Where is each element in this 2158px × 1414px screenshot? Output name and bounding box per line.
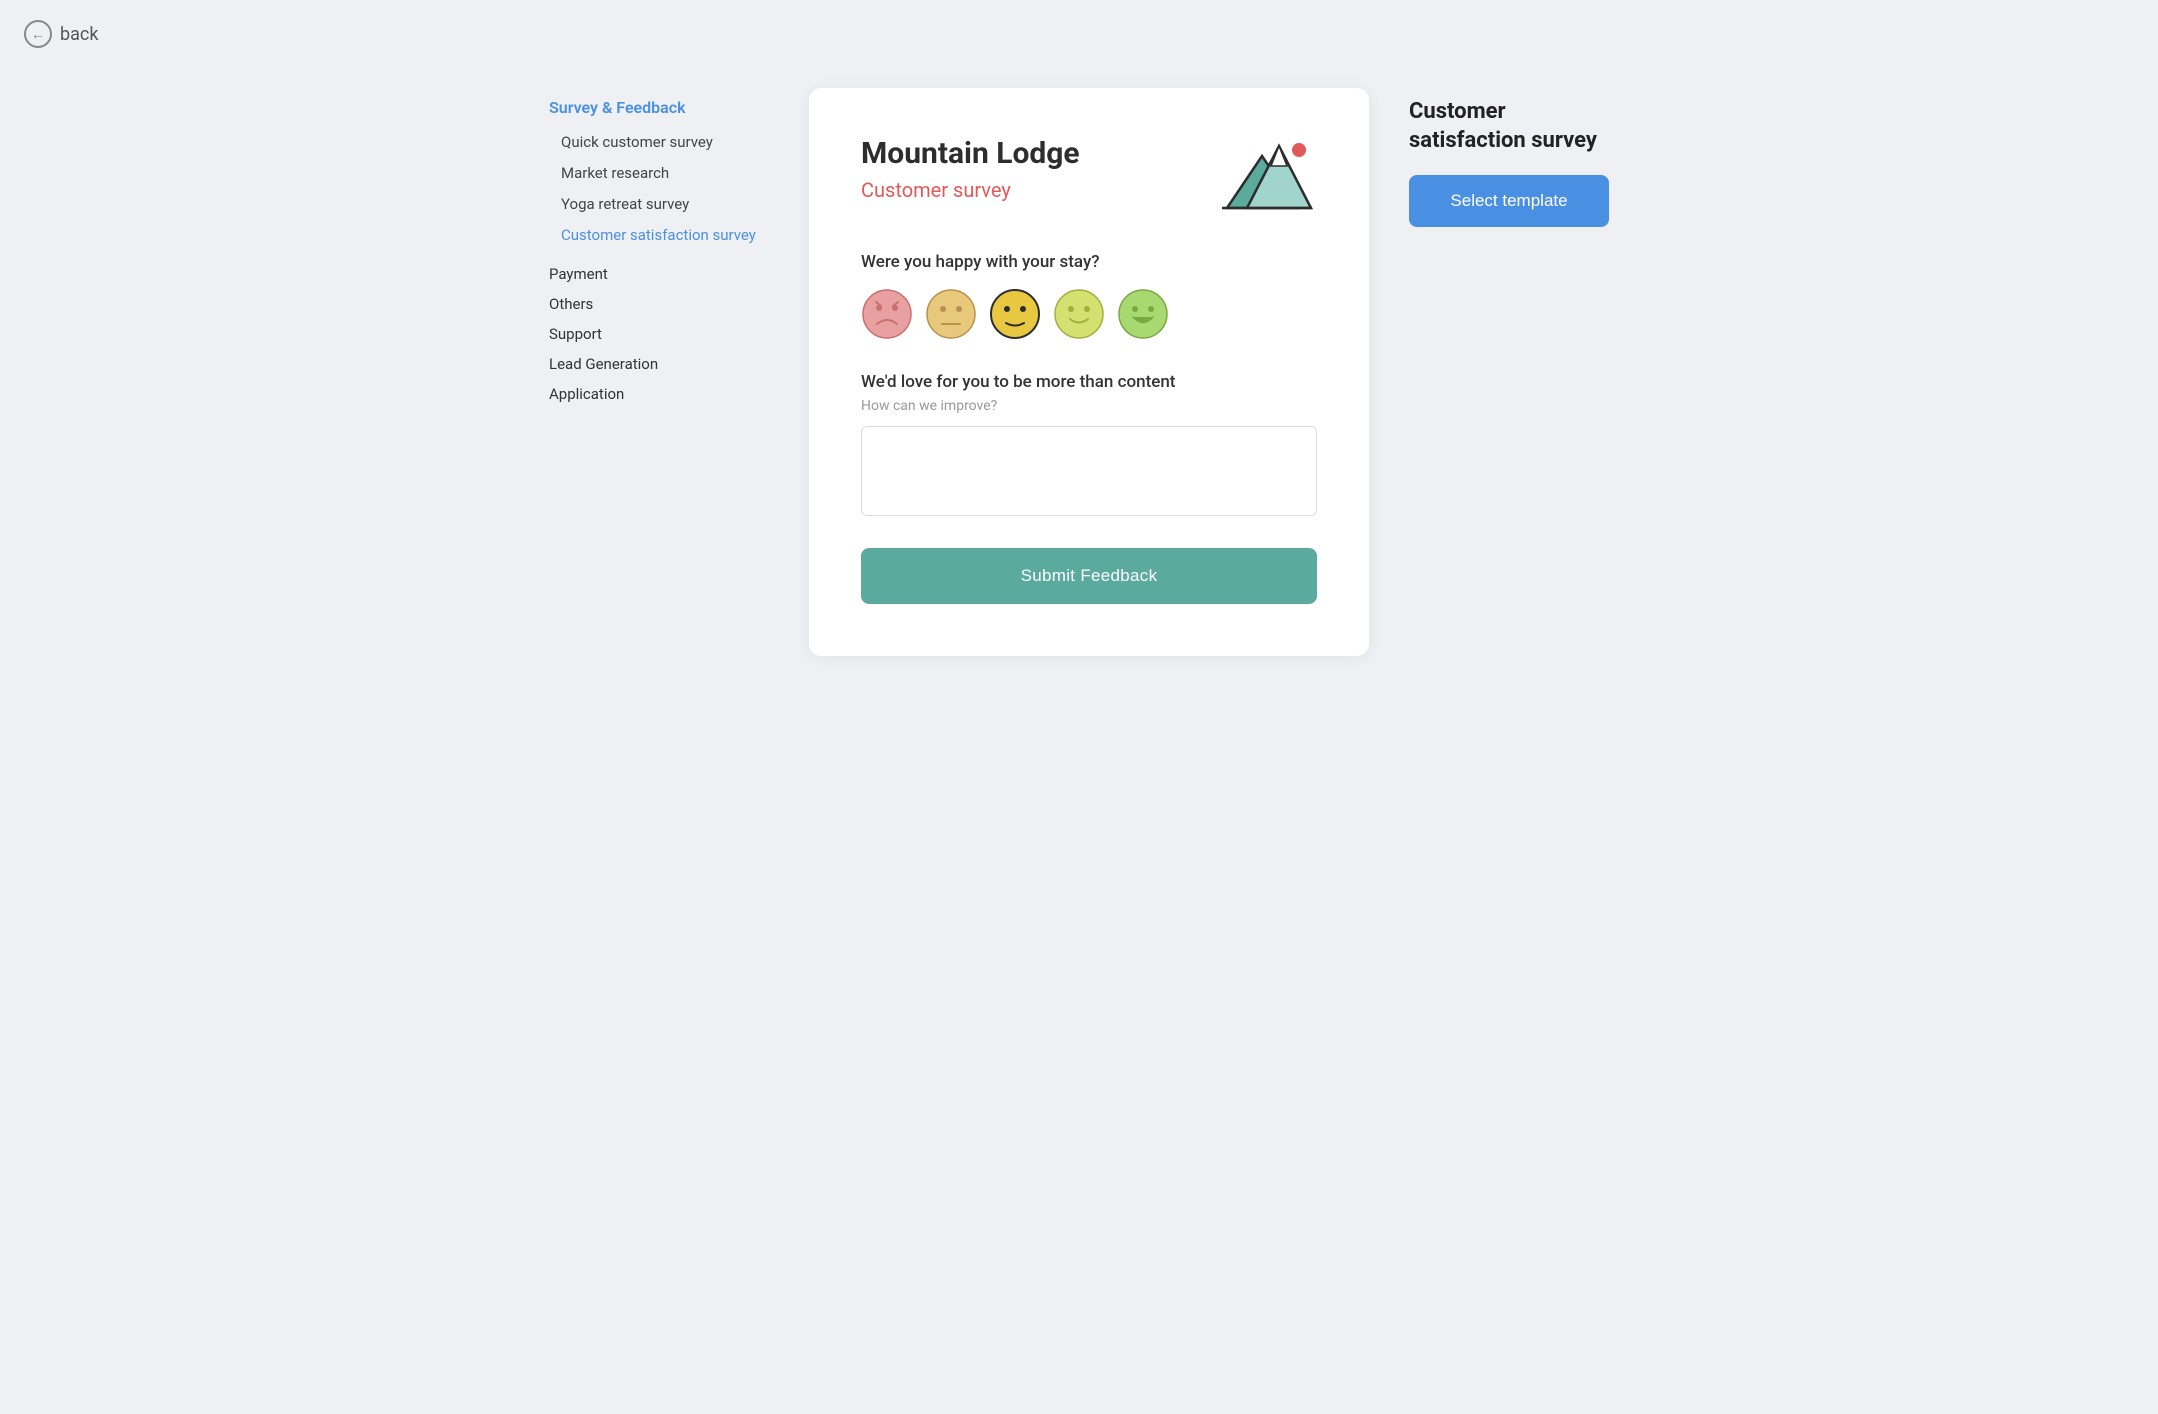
- improve-textarea[interactable]: [861, 426, 1317, 516]
- sidebar-item-application[interactable]: Application: [549, 379, 769, 409]
- back-label: back: [60, 24, 98, 45]
- emoji-happy[interactable]: [1053, 288, 1105, 340]
- improve-label: We'd love for you to be more than conten…: [861, 372, 1317, 392]
- select-template-button[interactable]: Select template: [1409, 175, 1609, 227]
- sidebar-item-lead-generation[interactable]: Lead Generation: [549, 349, 769, 379]
- emoji-neutral[interactable]: [989, 288, 1041, 340]
- emoji-very-unhappy[interactable]: [861, 288, 913, 340]
- improve-sublabel: How can we improve?: [861, 398, 1317, 414]
- emoji-unhappy[interactable]: [925, 288, 977, 340]
- sidebar-item-support[interactable]: Support: [549, 319, 769, 349]
- sidebar: Survey & Feedback Quick customer survey …: [549, 88, 769, 409]
- card-title: Mountain Lodge: [861, 136, 1080, 172]
- sidebar-item-others[interactable]: Others: [549, 289, 769, 319]
- sidebar-item-market-research[interactable]: Market research: [549, 158, 769, 189]
- sidebar-item-yoga-retreat[interactable]: Yoga retreat survey: [549, 189, 769, 220]
- card-header-text: Mountain Lodge Customer survey: [861, 136, 1080, 202]
- mountain-logo-icon: [1217, 136, 1317, 216]
- sidebar-top-items: Payment Others Support Lead Generation A…: [549, 259, 769, 409]
- right-panel-title: Customer satisfaction survey: [1409, 98, 1609, 155]
- card-subtitle: Customer survey: [861, 178, 1080, 202]
- emoji-row: [861, 288, 1317, 340]
- sidebar-item-quick-customer-survey[interactable]: Quick customer survey: [549, 127, 769, 158]
- right-panel: Customer satisfaction survey Select temp…: [1409, 88, 1609, 227]
- card-header: Mountain Lodge Customer survey: [861, 136, 1317, 216]
- sidebar-item-customer-satisfaction[interactable]: Customer satisfaction survey: [549, 220, 769, 251]
- preview-card: Mountain Lodge Customer survey Were you …: [809, 88, 1369, 656]
- sidebar-survey-items: Quick customer survey Market research Yo…: [549, 127, 769, 251]
- back-button[interactable]: ← back: [0, 0, 122, 68]
- sidebar-category-survey[interactable]: Survey & Feedback: [549, 98, 769, 117]
- submit-feedback-button[interactable]: Submit Feedback: [861, 548, 1317, 604]
- sidebar-item-payment[interactable]: Payment: [549, 259, 769, 289]
- back-arrow-icon: ←: [24, 20, 52, 48]
- question-label: Were you happy with your stay?: [861, 252, 1317, 272]
- emoji-very-happy[interactable]: [1117, 288, 1169, 340]
